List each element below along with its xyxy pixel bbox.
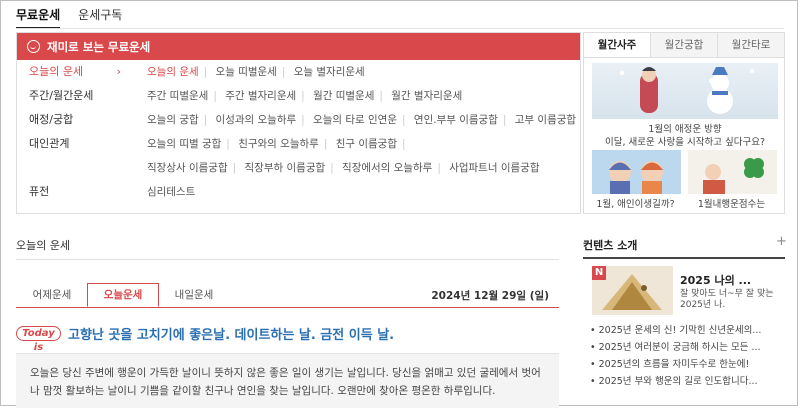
link-today-fortune[interactable]: 오늘의 운세 <box>147 66 199 78</box>
link-row: 오늘의 운세 | 오늘 띠별운세 | 오늘 별자리운세 <box>147 66 365 78</box>
day-tabs: 어제운세 오늘운세 내일운세 2024년 12월 29일 (일) <box>16 283 559 308</box>
contents-list: 2025년 운세의 신! 기막힌 신년운세의... 2025년 여러분이 궁금해… <box>590 322 786 390</box>
link-opposite-sex-today[interactable]: 이성과의 오늘하루 <box>216 114 297 126</box>
link-row: 오늘의 띠별 궁합 | 친구와의 오늘하루 | 친구 이름궁합 | <box>147 138 406 150</box>
tab-subscription[interactable]: 운세구독 <box>78 6 122 29</box>
panel-header-title: 재미로 보는 무료운세 <box>47 39 151 54</box>
chevron-right-icon: › <box>116 65 121 78</box>
link-monthly-star-sign[interactable]: 월간 별자리운세 <box>391 90 462 102</box>
tab-free-fortune[interactable]: 무료운세 <box>16 6 61 29</box>
luck-thumbnail[interactable] <box>688 150 777 194</box>
winter-couple-illustration[interactable] <box>592 63 778 119</box>
category-item-weekly-monthly[interactable]: 주간/월간운세 <box>17 84 127 108</box>
link-today-match[interactable]: 오늘의 궁합 <box>147 114 199 126</box>
category-item-fusion[interactable]: 퓨전 <box>17 180 127 204</box>
category-item-love-match[interactable]: 애정/궁합 <box>17 108 127 132</box>
tab-monthly-match[interactable]: 월간궁합 <box>650 33 717 57</box>
contents-main-desc: 잘 맞아도 너~무 잘 맞는 2025년 나. <box>680 289 774 310</box>
tab-monthly-saju[interactable]: 월간사주 <box>584 33 650 57</box>
link-in-law-name-match[interactable]: 고부 이름궁합 <box>515 114 576 126</box>
list-item[interactable]: 2025년의 흐름을 자미두수로 한눈에! <box>590 356 786 373</box>
link-row: 주간 띠별운세 | 주간 별자리운세 | 월간 띠별운세 | 월간 별자리운세 <box>147 90 463 102</box>
link-workplace-today[interactable]: 직장에서의 오늘하루 <box>342 162 432 174</box>
category-item-today[interactable]: 오늘의 운세 › <box>17 60 127 84</box>
link-row: 직장상사 이름궁합 | 직장부하 이름궁합 | 직장에서의 오늘하루 | 사업파트너 … <box>147 162 540 174</box>
divider <box>583 257 785 259</box>
contents-main-title[interactable]: 2025 나의 ... <box>680 272 751 288</box>
luck-thumbnail-caption[interactable]: 1월내행운점수는 <box>684 196 779 210</box>
link-weekly-star-sign[interactable]: 주간 별자리운세 <box>225 90 296 102</box>
free-fortune-panel: 재미로 보는 무료운세 오늘의 운세 › 주간/월간운세 애정/궁합 대인관계 … <box>16 32 581 214</box>
category-list: 오늘의 운세 › 주간/월간운세 애정/궁합 대인관계 퓨전 <box>17 60 127 204</box>
link-subordinate-name-match[interactable]: 직장부하 이름궁합 <box>245 162 326 174</box>
link-weekly-zodiac-animal[interactable]: 주간 띠별운세 <box>147 90 208 102</box>
fortune-links: 오늘의 운세 | 오늘 띠별운세 | 오늘 별자리운세 주간 띠별운세 | 주간 별자… <box>147 60 576 204</box>
lover-thumbnail-caption[interactable]: 1월, 애인이생길까? <box>588 196 683 210</box>
link-friend-name-match[interactable]: 친구 이름궁합 <box>336 138 397 150</box>
hero-caption-title[interactable]: 1월의 애정운 방향 <box>584 121 786 135</box>
contents-title: 컨텐츠 소개 <box>583 239 638 252</box>
smile-icon <box>27 40 40 53</box>
category-item-relationships[interactable]: 대인관계 <box>17 132 127 156</box>
top-tabs: 무료운세 운세구독 <box>16 6 122 29</box>
lover-thumbnail[interactable] <box>592 150 681 194</box>
fortune-headline: 고향난 곳을 고치기에 좋은날. 데이트하는 날. 금전 이득 날. <box>68 328 395 343</box>
link-tarot-relationship[interactable]: 오늘의 타로 인연운 <box>313 114 397 126</box>
link-boss-name-match[interactable]: 직장상사 이름궁합 <box>147 162 228 174</box>
new-badge: N <box>592 266 606 280</box>
tab-yesterday[interactable]: 어제운세 <box>16 283 88 307</box>
monthly-panel: 월간사주 월간궁합 월간타로 1월의 애정운 방향 이달, 새로운 사랑을 시작… <box>583 32 785 214</box>
monthly-tabs: 월간사주 월간궁합 월간타로 <box>584 33 784 58</box>
list-item[interactable]: 2025년 부와 행운의 길로 인도합니다... <box>590 373 786 390</box>
tab-today[interactable]: 오늘운세 <box>87 283 159 307</box>
fortune-body-line: 오늘은 당신 주변에 행운이 가득한 날이니 뜻하지 않은 좋은 일이 생기는 … <box>30 367 541 379</box>
today-badge: Today is <box>16 326 61 353</box>
link-partner-name-match[interactable]: 사업파트너 이름궁합 <box>449 162 539 174</box>
panel-header: 재미로 보는 무료운세 <box>17 33 580 60</box>
fortune-body: 오늘은 당신 주변에 행운이 가득한 날이니 뜻하지 않은 좋은 일이 생기는 … <box>16 353 559 408</box>
fortune-body-line: 나 맘껏 활보하는 날이니 기쁨을 같이할 친구나 연인을 찾는 날입니다. 오… <box>30 385 496 397</box>
divider <box>16 259 559 260</box>
link-couple-name-match[interactable]: 연인.부부 이름궁합 <box>414 114 498 126</box>
divider <box>16 28 784 29</box>
plus-icon[interactable]: + <box>776 234 787 249</box>
link-monthly-zodiac-animal[interactable]: 월간 띠별운세 <box>313 90 374 102</box>
link-row: 심리테스트 <box>147 180 576 204</box>
link-psych-test[interactable]: 심리테스트 <box>147 186 195 198</box>
link-today-animal-match[interactable]: 오늘의 띠별 궁합 <box>147 138 221 150</box>
section-title: 오늘의 운세 <box>16 239 71 252</box>
list-item[interactable]: 2025년 운세의 신! 기막힌 신년운세의... <box>590 322 786 339</box>
fortune-date: 2024년 12월 29일 (일) <box>431 290 549 302</box>
link-today-star-sign[interactable]: 오늘 별자리운세 <box>294 66 365 78</box>
link-today-zodiac-animal[interactable]: 오늘 띠별운세 <box>216 66 277 78</box>
contents-thumbnail[interactable]: N <box>592 266 673 315</box>
hero-caption-desc: 이달, 새로운 사랑을 시작하고 싶다구요? <box>605 137 765 148</box>
tab-monthly-tarot[interactable]: 월간타로 <box>717 33 784 57</box>
list-item[interactable]: 2025년 여러분이 궁금해 하시는 모든 ... <box>590 339 786 356</box>
link-row: 오늘의 궁합 | 이성과의 오늘하루 | 오늘의 타로 인연운 | 연인.부부 이름궁… <box>147 114 577 126</box>
tab-tomorrow[interactable]: 내일운세 <box>158 283 230 307</box>
link-friend-today[interactable]: 친구와의 오늘하루 <box>238 138 319 150</box>
